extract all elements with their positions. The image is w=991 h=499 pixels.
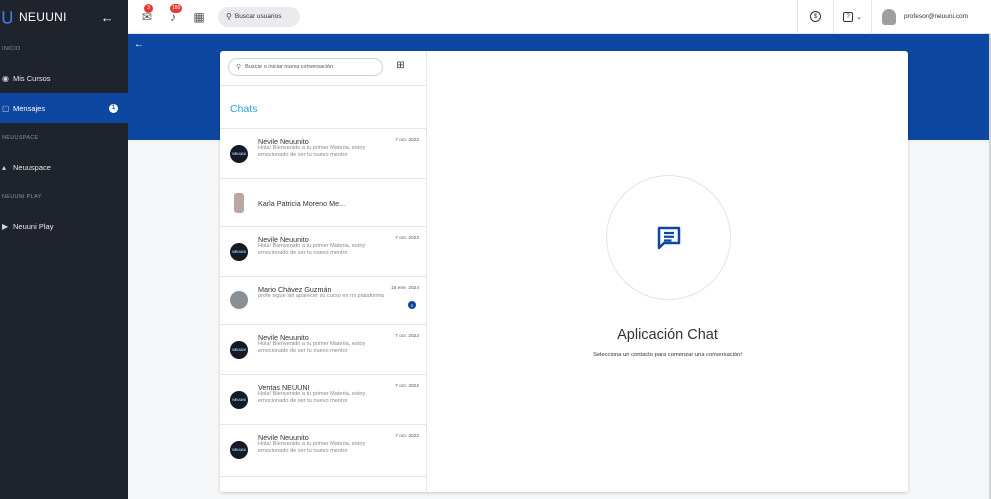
brand-header: ⋃ NEUUNI ←: [0, 0, 128, 34]
empty-state-subtitle: Selecciona un contacto para comenzar una…: [593, 352, 742, 358]
unread-badge: 1: [408, 301, 416, 309]
avatar: NEUUNI: [230, 243, 248, 261]
coins-button[interactable]: $: [797, 0, 833, 34]
app-root: ⋃ NEUUNI ← INICIO ◉ Mis Cursos ▢ Mensaje…: [0, 0, 991, 499]
arrow-left-icon[interactable]: ←: [101, 10, 114, 25]
chat-bubble-icon: [657, 226, 680, 249]
sidebar-item-label: Mis Cursos: [13, 73, 51, 83]
conversation-preview: Hola! Bienvenido a tu primer Materia, es…: [258, 145, 366, 158]
conversation-item[interactable]: NEUUNI Nevile Neuunito Hola! Bienvenido …: [220, 425, 427, 477]
conversation-item[interactable]: NEUUNI Nevile Neuunito Hola! Bienvenido …: [220, 129, 427, 179]
section-neuuspace: NEUUSPACE: [2, 135, 39, 141]
sidebar: ⋃ NEUUNI ← INICIO ◉ Mis Cursos ▢ Mensaje…: [0, 0, 128, 499]
avatar: [882, 8, 896, 25]
conversation-item[interactable]: NEUUNI Nevile Neuunito Hola! Bienvenido …: [220, 227, 427, 277]
coin-icon: $: [810, 11, 821, 22]
conversation-item[interactable]: Mario Chávez Guzmán profe sigue sin apar…: [220, 277, 427, 325]
conversation-date: 7 oct. 2022: [395, 334, 419, 339]
avatar: NEUUNI: [230, 391, 248, 409]
conversation-name: Karla Patricia Moreno Me...: [258, 199, 346, 208]
sidebar-item-label: Neuuspace: [13, 162, 51, 172]
chat-search-input[interactable]: ⚲ Buscar o iniciar nueva conversación: [228, 58, 383, 76]
help-icon: ?: [843, 11, 854, 22]
conversation-list: NEUUNI Nevile Neuunito Hola! Bienvenido …: [220, 129, 427, 477]
conversation-date: 7 oct. 2022: [395, 434, 419, 439]
avatar: [230, 291, 248, 309]
play-icon: ▶: [2, 221, 9, 231]
arrow-left-icon[interactable]: ←: [134, 39, 144, 50]
conversation-preview: Hola! Bienvenido a tu primer Materia, es…: [258, 441, 366, 454]
sidebar-item-mis-cursos[interactable]: ◉ Mis Cursos: [0, 63, 128, 93]
chat-card: ⚲ Buscar o iniciar nueva conversación ⊞ …: [220, 51, 908, 492]
message-icon: ▢: [2, 103, 10, 113]
conversation-date: 18 ene. 2024: [390, 286, 419, 291]
user-search-button[interactable]: ⚲ Buscar usuarios: [218, 6, 300, 27]
notifications-badge: 180: [170, 3, 183, 13]
avatar: NEUUNI: [230, 441, 248, 459]
conversation-date: 7 oct. 2022: [395, 236, 419, 241]
new-chat-icon[interactable]: ⊞: [394, 60, 407, 72]
topbar: ✉ 3 ♪ 180 ▦ ⚲ Buscar usuarios $ ? ⌄ prof…: [128, 0, 991, 34]
section-neuuni-play: NEUUNI PLAY: [2, 194, 42, 200]
search-icon: ⚲: [226, 12, 232, 21]
sidebar-item-label: Mensajes: [13, 103, 46, 113]
conversation-preview: profe sigue sin aparecer su curso en mi …: [258, 293, 384, 299]
chat-search-placeholder: Buscar o iniciar nueva conversación: [245, 64, 334, 70]
bell-icon[interactable]: ♪ 180: [166, 3, 183, 24]
book-icon: ◉: [2, 73, 9, 83]
help-menu[interactable]: ? ⌄: [833, 0, 871, 34]
messages-icon[interactable]: ✉ 3: [140, 3, 154, 24]
conversation-preview: Hola! Bienvenido a tu primer Materia, es…: [258, 243, 366, 256]
brand-name: NEUUNI: [18, 10, 67, 24]
sidebar-item-label: Neuuni Play: [13, 221, 54, 231]
calendar-icon[interactable]: ▦: [192, 10, 206, 24]
conversation-item[interactable]: Karla Patricia Moreno Me...: [220, 179, 427, 227]
main-area: ← ⚲ Buscar o iniciar nueva conversación …: [128, 34, 991, 499]
brand-logo: ⋃: [2, 9, 13, 24]
chats-title: Chats: [220, 85, 427, 129]
messages-badge: 3: [144, 3, 153, 13]
sidebar-item-neuuspace[interactable]: ▴ Neuuspace: [0, 152, 128, 182]
chat-empty-state: Aplicación Chat Selecciona un contacto p…: [427, 51, 908, 492]
chevron-down-icon: ⌄: [856, 13, 862, 21]
section-inicio: INICIO: [2, 46, 21, 52]
conversation-item[interactable]: NEUUNI Nevile Neuunito Hola! Bienvenido …: [220, 325, 427, 375]
search-icon: ⚲: [236, 64, 242, 71]
user-search-label: Buscar usuarios: [234, 13, 282, 20]
topbar-right: $ ? ⌄ profesor@neuuni.com: [797, 0, 991, 34]
user-menu[interactable]: profesor@neuuni.com: [871, 0, 991, 34]
chat-bubble-circle: [606, 175, 731, 300]
conversation-date: 7 oct. 2022: [395, 384, 419, 389]
chat-list-panel: ⚲ Buscar o iniciar nueva conversación ⊞ …: [220, 51, 427, 492]
conversation-preview: Hola! Bienvenido a tu primer Materia, es…: [258, 391, 366, 404]
sidebar-item-mensajes[interactable]: ▢ Mensajes 1: [0, 93, 128, 123]
sidebar-item-neuuni-play[interactable]: ▶ Neuuni Play: [0, 211, 128, 241]
avatar: [234, 193, 244, 213]
avatar: NEUUNI: [230, 341, 248, 359]
unread-count-badge: 1: [109, 103, 118, 113]
space-icon: ▴: [2, 162, 7, 172]
conversation-preview: Hola! Bienvenido a tu primer Materia, es…: [258, 341, 366, 354]
conversation-item[interactable]: NEUUNI Ventas NEUUNI Hola! Bienvenido a …: [220, 375, 427, 425]
empty-state-title: Aplicación Chat: [617, 327, 718, 343]
avatar: NEUUNI: [230, 145, 248, 163]
user-email: profesor@neuuni.com: [904, 13, 969, 20]
conversation-date: 7 oct. 2022: [395, 138, 419, 143]
